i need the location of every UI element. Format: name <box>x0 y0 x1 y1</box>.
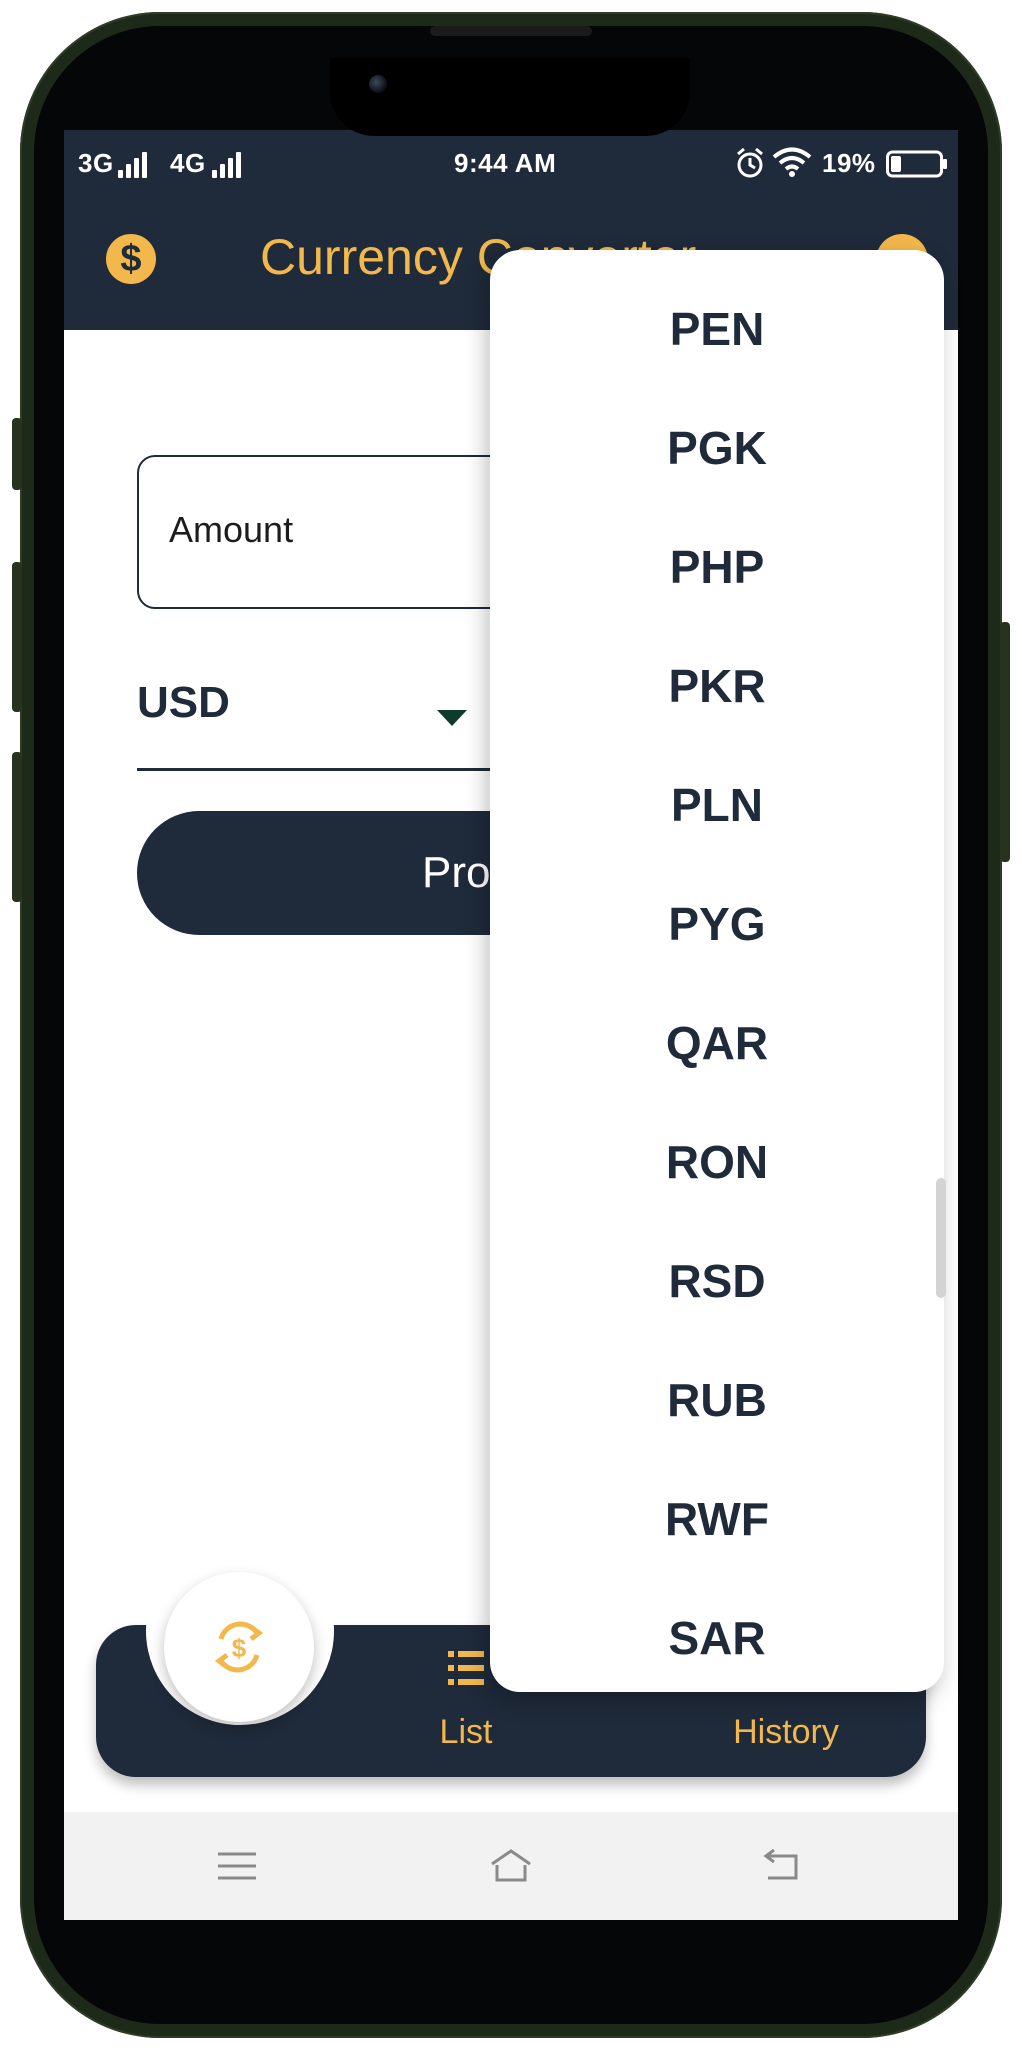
battery-percent: 19% <box>822 148 876 178</box>
chevron-down-icon <box>437 710 467 726</box>
signal-icon <box>212 150 246 178</box>
volume-down-button <box>12 752 22 902</box>
back-icon[interactable] <box>758 1846 804 1886</box>
amount-placeholder: Amount <box>169 509 294 550</box>
currency-option[interactable]: RUB <box>490 1341 944 1460</box>
home-icon[interactable] <box>488 1846 534 1886</box>
currency-option[interactable]: RWF <box>490 1460 944 1579</box>
currency-option[interactable]: PHP <box>490 508 944 627</box>
menu-icon[interactable] <box>214 1846 260 1886</box>
nav-history-label: History <box>733 1713 839 1751</box>
dropdown-scrollbar[interactable] <box>936 1178 946 1298</box>
volume-up-button <box>12 562 22 712</box>
currency-option[interactable]: PYG <box>490 865 944 984</box>
currency-option[interactable]: PEN <box>490 270 944 389</box>
network-type-1: 3G <box>78 148 114 178</box>
status-bar: 3G 4G 9:44 AM 19% <box>64 130 958 200</box>
signal-icon <box>118 150 152 178</box>
screen-notch <box>330 58 690 136</box>
currency-option[interactable]: RSD <box>490 1222 944 1341</box>
phone-side-button <box>12 418 22 490</box>
svg-text:$: $ <box>232 1633 247 1663</box>
currency-exchange-icon: $ <box>214 1621 264 1673</box>
convert-fab[interactable]: $ <box>164 1572 314 1722</box>
status-time: 9:44 AM <box>454 148 557 178</box>
alarm-icon <box>737 147 763 178</box>
nav-list-label: List <box>439 1713 493 1751</box>
currency-option[interactable]: PGK <box>490 389 944 508</box>
list-icon <box>448 1651 484 1685</box>
currency-option[interactable]: QAR <box>490 984 944 1103</box>
dollar-coin-icon: $ <box>106 234 156 284</box>
currency-option[interactable]: RON <box>490 1103 944 1222</box>
currency-option[interactable]: SAR <box>490 1579 944 1692</box>
from-currency-value: USD <box>137 678 230 727</box>
earpiece-speaker <box>430 26 592 36</box>
network-type-2: 4G <box>170 148 206 178</box>
wifi-icon <box>772 147 812 177</box>
system-navigation-bar <box>64 1812 958 1920</box>
currency-dropdown-menu: PEN PGK PHP PKR PLN PYG QAR RON RSD RUB RWF SAR <box>490 250 944 1692</box>
battery-icon <box>886 150 947 178</box>
front-camera <box>369 75 387 93</box>
power-button <box>1000 622 1010 862</box>
currency-option[interactable]: PKR <box>490 627 944 746</box>
currency-option[interactable]: PLN <box>490 746 944 865</box>
